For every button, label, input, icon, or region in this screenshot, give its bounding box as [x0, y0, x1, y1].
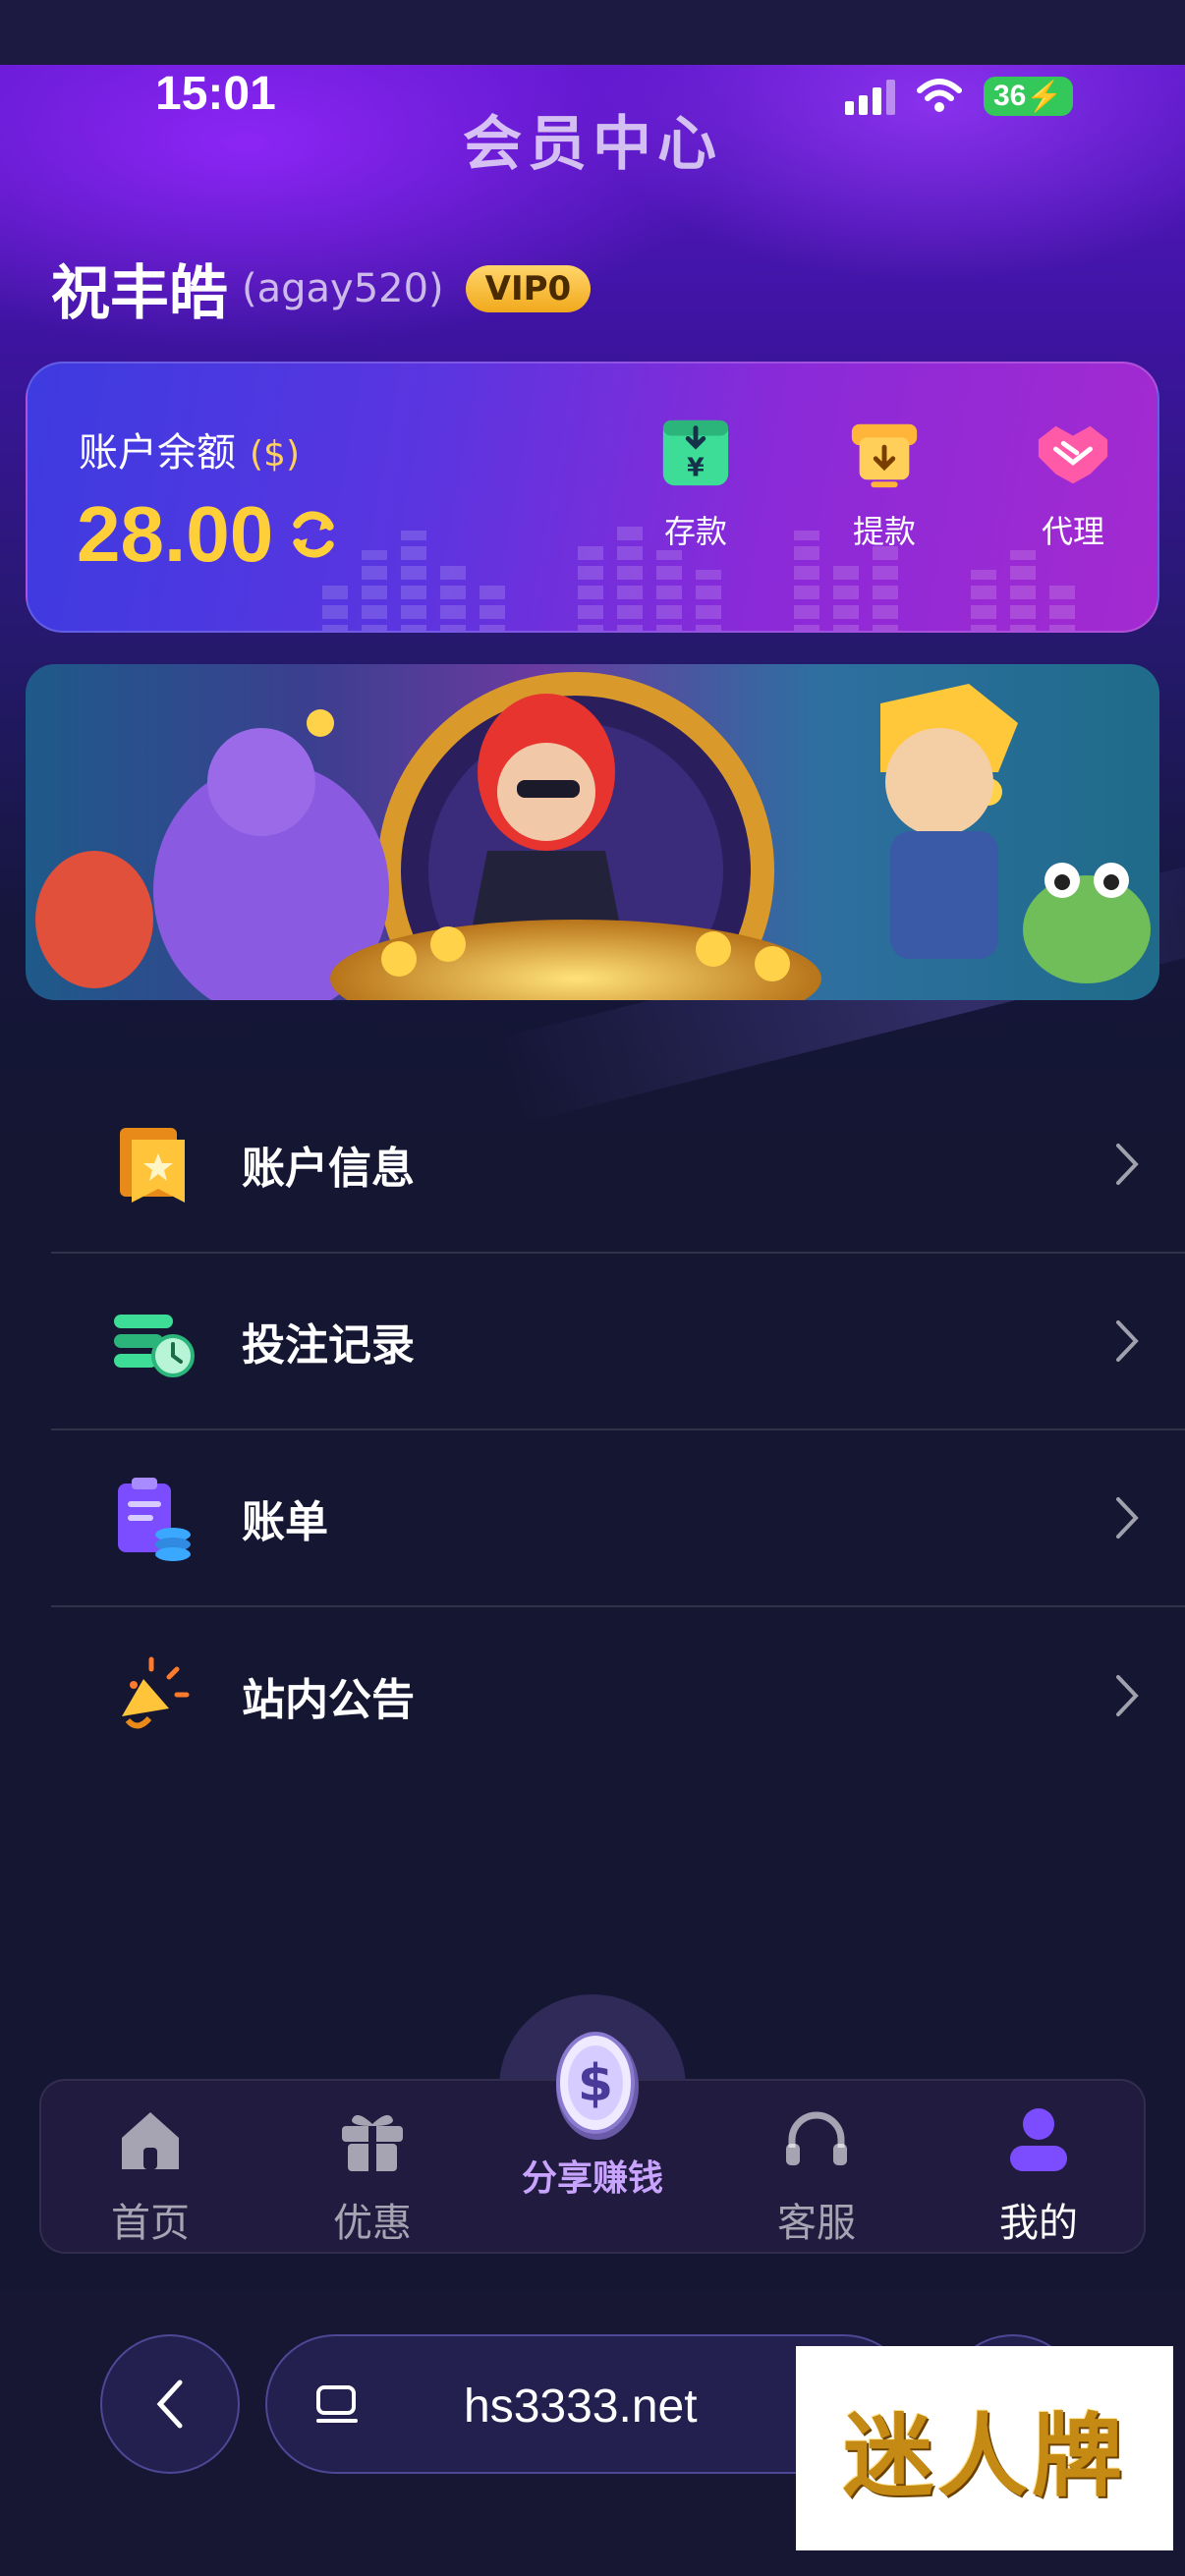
bill-icon [118, 1478, 191, 1561]
balance-value: 28.00 [77, 490, 274, 578]
menu-list: 账户信息 投注记录 账单 站内公告 [51, 1077, 1185, 1784]
watermark: 迷人牌 [796, 2346, 1173, 2550]
menu-label-bill: 账单 [242, 1497, 328, 1547]
url-text: hs3333.net [464, 2380, 698, 2433]
withdraw-icon [851, 423, 918, 488]
balance-card: 账户余额 ($) 28.00 ¥ 存款 提款 代理 [26, 362, 1159, 633]
balance-label: 账户余额 ($) [79, 420, 300, 477]
wifi-icon [917, 79, 962, 112]
refresh-icon[interactable] [283, 504, 344, 565]
cellular-signal-icon [845, 78, 895, 115]
top-strip [0, 0, 1185, 65]
agent-button[interactable]: 代理 [1034, 415, 1112, 552]
promo-banner[interactable] [26, 664, 1159, 1000]
user-id: (agay520) [242, 265, 444, 311]
chevron-right-icon [1116, 1675, 1139, 1716]
withdraw-label: 提款 [852, 513, 916, 550]
svg-text:$: $ [578, 2054, 613, 2113]
menu-item-bet-record[interactable]: 投注记录 [51, 1254, 1185, 1430]
deposit-icon: ¥ [662, 420, 729, 486]
announcement-icon [122, 1656, 190, 1729]
menu-label-bet-record: 投注记录 [242, 1320, 415, 1371]
menu-label-account-info: 账户信息 [242, 1144, 415, 1194]
tabs-icon [316, 2385, 358, 2423]
card-actions: ¥ 存款 提款 代理 [656, 415, 1112, 552]
member-center-page: 15:01 会员中心 36 ⚡ 祝丰皓 (agay520) VIP0 账户余额 ($… [0, 0, 1185, 2576]
chevron-left-icon [156, 2380, 183, 2429]
menu-item-announcement[interactable]: 站内公告 [51, 1607, 1185, 1784]
withdraw-button[interactable]: 提款 [845, 415, 924, 552]
menu-label-announcement: 站内公告 [242, 1675, 415, 1725]
agent-label: 代理 [1041, 513, 1104, 550]
balance-label-text: 账户余额 [79, 430, 236, 476]
account-info-icon [120, 1128, 185, 1203]
user-name: 祝丰皓 [51, 259, 228, 328]
balance-amount: 28.00 [77, 489, 344, 580]
deposit-label: 存款 [663, 513, 727, 550]
status-icons: 36 ⚡ [845, 77, 1073, 116]
menu-item-account-info[interactable]: 账户信息 [51, 1077, 1185, 1254]
back-button[interactable] [100, 2334, 240, 2474]
menu-item-bill[interactable]: 账单 [51, 1430, 1185, 1607]
coin-icon[interactable]: $ [548, 2026, 647, 2144]
balance-unit: ($) [250, 434, 300, 475]
user-info: 祝丰皓 (agay520) VIP0 [51, 246, 592, 331]
chevron-right-icon [1116, 1497, 1139, 1539]
charging-icon: ⚡ [1026, 80, 1063, 113]
banner-artwork [35, 672, 1151, 1000]
deposit-button[interactable]: ¥ 存款 [656, 415, 735, 552]
handshake-icon [1038, 425, 1108, 484]
vip-badge: VIP0 [465, 264, 592, 312]
chevron-right-icon [1116, 1320, 1139, 1362]
chevron-right-icon [1116, 1144, 1139, 1185]
svg-text:¥: ¥ [687, 452, 705, 481]
battery-level: 36 [993, 80, 1027, 112]
battery-indicator: 36 ⚡ [984, 77, 1073, 116]
tab-label-share[interactable]: 分享赚钱 [0, 2150, 1185, 2201]
bet-record-icon [114, 1315, 195, 1377]
watermark-text: 迷人牌 [842, 2402, 1126, 2509]
